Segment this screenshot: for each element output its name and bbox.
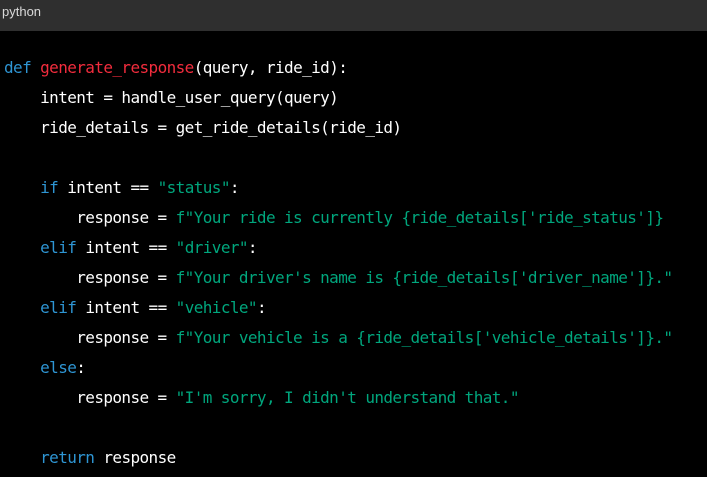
language-label: python — [2, 4, 42, 19]
code-text-token: response = — [4, 388, 176, 407]
code-text-token: : — [256, 298, 267, 317]
code-text-token: : — [247, 238, 258, 257]
code-text-token: response — [94, 448, 176, 467]
string-token: "I'm sorry, I didn't understand that." — [175, 388, 520, 407]
code-line: elif intent == "vehicle": — [4, 293, 707, 323]
code-block: python def generate_response(query, ride… — [0, 0, 707, 477]
code-content[interactable]: def generate_response(query, ride_id): i… — [4, 53, 707, 473]
code-line: response = f"Your driver's name is {ride… — [4, 263, 707, 293]
code-text-token: response = — [4, 268, 176, 287]
code-text-token: (query, ride_id): — [193, 58, 348, 77]
code-line: response = "I'm sorry, I didn't understa… — [4, 383, 707, 413]
keyword-token: elif — [40, 298, 77, 317]
code-text-token: intent = handle_user_query(query) — [4, 88, 339, 107]
code-text-token: intent == — [76, 298, 176, 317]
code-block-header: python — [0, 0, 707, 31]
function-name-token: generate_response — [40, 58, 194, 77]
keyword-token: elif — [40, 238, 77, 257]
string-token: f"Your ride is currently {ride_details['… — [175, 208, 664, 227]
keyword-token: def — [4, 58, 41, 77]
string-token: "status" — [157, 178, 231, 197]
code-text-token: : — [229, 178, 240, 197]
code-line: intent = handle_user_query(query) — [4, 83, 707, 113]
code-text-token: intent == — [58, 178, 158, 197]
string-token: "driver" — [175, 238, 249, 257]
string-token: f"Your vehicle is a {ride_details['vehic… — [175, 328, 673, 347]
code-line: ride_details = get_ride_details(ride_id) — [4, 113, 707, 143]
code-text-token: response = — [4, 328, 176, 347]
code-text-token: response = — [4, 208, 176, 227]
code-line: return response — [4, 443, 707, 473]
keyword-token: else — [40, 358, 77, 377]
string-token: f"Your driver's name is {ride_details['d… — [175, 268, 673, 287]
code-text-token: intent == — [76, 238, 176, 257]
code-text-token: : — [76, 358, 86, 377]
keyword-token: if — [40, 178, 59, 197]
code-line: response = f"Your ride is currently {rid… — [4, 203, 707, 233]
keyword-token: return — [40, 448, 95, 467]
code-line: elif intent == "driver": — [4, 233, 707, 263]
code-line: else: — [4, 353, 707, 383]
code-line: def generate_response(query, ride_id): — [4, 53, 707, 83]
string-token: "vehicle" — [175, 298, 258, 317]
code-line: if intent == "status": — [4, 173, 707, 203]
code-line: response = f"Your vehicle is a {ride_det… — [4, 323, 707, 353]
code-text-token: ride_details = get_ride_details(ride_id) — [4, 118, 402, 137]
